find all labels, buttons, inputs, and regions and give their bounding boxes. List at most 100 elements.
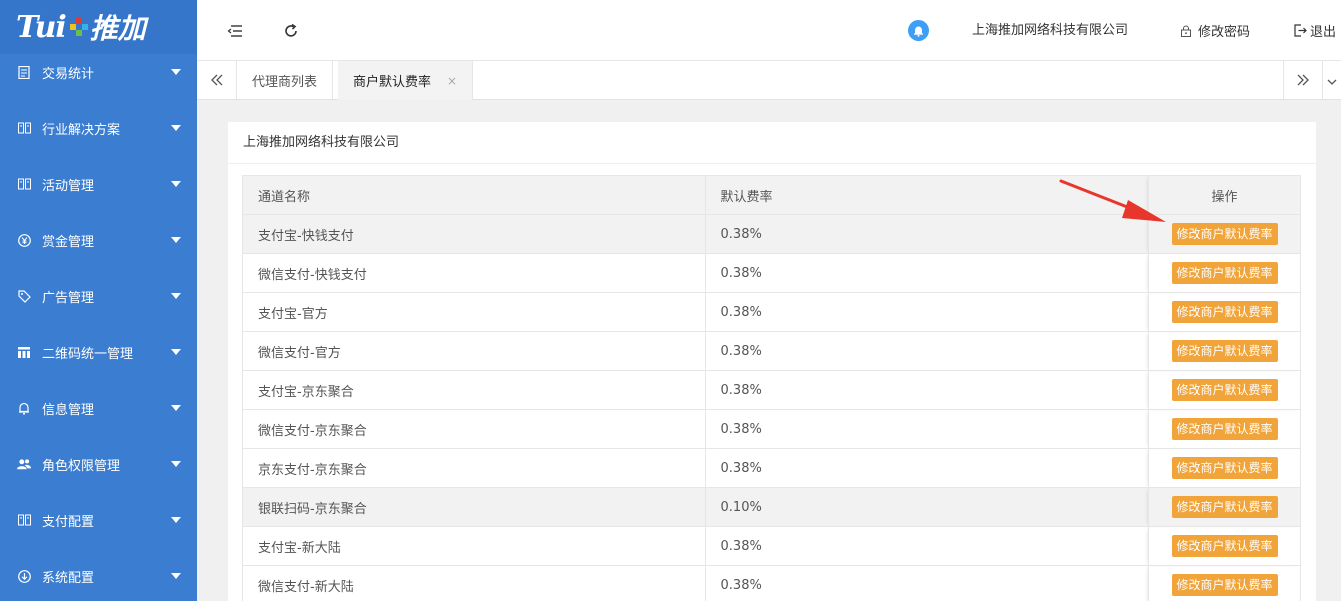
edit-rate-button[interactable]: 修改商户默认费率 [1171,301,1278,323]
sidebar-item-label: 行业解决方案 [42,122,121,138]
book-icon [17,121,31,135]
action-cell: 修改商户默认费率 [1148,448,1301,488]
sidebar-item-payment-config[interactable]: 支付配置 [0,492,197,548]
yen-icon [17,233,31,247]
default-rate: 0.38% [704,370,1150,410]
notification-button[interactable] [908,20,929,41]
edit-rate-button[interactable]: 修改商户默认费率 [1171,262,1278,284]
channel-name: 微信支付-京东聚合 [242,409,706,449]
tab-merchant-default-rate[interactable]: 商户默认费率 × [338,61,474,100]
caret-down-icon [171,517,181,523]
sidebar-item-info-management[interactable]: 信息管理 [0,380,197,436]
table-row: 微信支付-京东聚合 0.38% 修改商户默认费率 [242,409,1301,449]
sidebar-toggle-button[interactable] [223,0,247,61]
edit-rate-button[interactable]: 修改商户默认费率 [1171,418,1278,440]
chevron-down-icon [1327,71,1337,90]
sidebar-item-system-config[interactable]: 系统配置 [0,548,197,601]
action-cell: 修改商户默认费率 [1148,292,1301,332]
tab-menu-dropdown-button[interactable] [1323,61,1341,100]
refresh-icon [285,23,297,37]
edit-rate-button[interactable]: 修改商户默认费率 [1171,340,1278,362]
table-row: 支付宝-新大陆 0.38% 修改商户默认费率 [242,526,1301,566]
tab-label: 商户默认费率 [353,75,432,90]
sidebar-item-label: 支付配置 [42,514,95,530]
logout-icon [1294,24,1307,37]
column-header-channel: 通道名称 [242,175,706,215]
bell-icon [17,401,31,415]
edit-rate-button[interactable]: 修改商户默认费率 [1171,574,1278,596]
tab-bar: 代理商列表 商户默认费率 × [197,61,1341,100]
tab-scroll-right-button[interactable] [1283,61,1323,100]
table-row: 支付宝-官方 0.38% 修改商户默认费率 [242,292,1301,332]
default-rate: 0.10% [704,487,1150,527]
sidebar-item-transaction-stats[interactable]: 交易统计 [0,44,197,100]
refresh-button[interactable] [279,0,303,61]
sidebar-item-label: 赏金管理 [42,234,95,250]
sidebar-item-bounty-management[interactable]: 赏金管理 [0,212,197,268]
download-circle-icon [17,569,31,583]
sidebar-item-label: 交易统计 [42,66,95,82]
edit-rate-button[interactable]: 修改商户默认费率 [1171,496,1278,518]
channel-name: 银联扫码-京东聚合 [242,487,706,527]
sidebar-item-activity-management[interactable]: 活动管理 [0,156,197,212]
action-cell: 修改商户默认费率 [1148,487,1301,527]
sidebar-item-label: 信息管理 [42,402,95,418]
sidebar-item-industry-solutions[interactable]: 行业解决方案 [0,100,197,156]
company-name: 上海推加网络科技有限公司 [972,23,1129,38]
action-cell: 修改商户默认费率 [1148,331,1301,371]
table-row: 支付宝-快钱支付 0.38% 修改商户默认费率 [242,214,1301,254]
action-cell: 修改商户默认费率 [1148,214,1301,254]
default-rate: 0.38% [704,331,1150,371]
main-content: 上海推加网络科技有限公司 通道名称 默认费率 操作 支付宝-快钱支付 0.38%… [197,100,1341,601]
default-rate: 0.38% [704,214,1150,254]
sidebar-item-role-permissions[interactable]: 角色权限管理 [0,436,197,492]
table-row: 微信支付-快钱支付 0.38% 修改商户默认费率 [242,253,1301,293]
action-cell: 修改商户默认费率 [1148,409,1301,449]
action-cell: 修改商户默认费率 [1148,253,1301,293]
channel-name: 京东支付-京东聚合 [242,448,706,488]
rate-table: 通道名称 默认费率 操作 支付宝-快钱支付 0.38% 修改商户默认费率 微信支… [242,175,1301,601]
caret-down-icon [171,125,181,131]
sidebar-item-label: 角色权限管理 [42,458,121,474]
menu-fold-icon [227,24,242,37]
tab-scroll-left-button[interactable] [197,61,237,100]
logo-cn: 推加 [89,12,146,45]
double-chevron-left-icon [210,71,224,90]
default-rate: 0.38% [704,565,1150,601]
caret-down-icon [171,573,181,579]
channel-name: 微信支付-新大陆 [242,565,706,601]
users-icon [17,457,31,471]
tag-icon [17,289,31,303]
close-icon[interactable]: × [447,74,457,88]
channel-name: 支付宝-官方 [242,292,706,332]
edit-rate-button[interactable]: 修改商户默认费率 [1171,535,1278,557]
edit-rate-button[interactable]: 修改商户默认费率 [1171,457,1278,479]
caret-down-icon [171,293,181,299]
logo-text: Tui [16,9,67,45]
channel-name: 支付宝-京东聚合 [242,370,706,410]
logout-label: 退出 [1310,25,1337,40]
sidebar-item-label: 活动管理 [42,178,95,194]
caret-down-icon [171,69,181,75]
bell-icon [914,26,923,37]
sidebar-item-ad-management[interactable]: 广告管理 [0,268,197,324]
tab-agent-list[interactable]: 代理商列表 [237,61,334,100]
top-header: 上海推加网络科技有限公司 修改密码 退出 [197,0,1341,61]
change-password-link[interactable]: 修改密码 [1180,0,1250,61]
edit-rate-button[interactable]: 修改商户默认费率 [1171,223,1278,245]
table-header-row: 通道名称 默认费率 操作 [242,175,1301,215]
rate-card: 上海推加网络科技有限公司 通道名称 默认费率 操作 支付宝-快钱支付 0.38%… [228,122,1316,601]
caret-down-icon [171,237,181,243]
logout-link[interactable]: 退出 [1294,0,1336,61]
default-rate: 0.38% [704,253,1150,293]
default-rate: 0.38% [704,448,1150,488]
edit-rate-button[interactable]: 修改商户默认费率 [1171,379,1278,401]
lock-icon [1181,25,1191,37]
sidebar-item-label: 二维码统一管理 [42,346,134,362]
caret-down-icon [171,181,181,187]
caret-down-icon [171,349,181,355]
sidebar-item-qrcode-management[interactable]: 二维码统一管理 [0,324,197,380]
table-row: 银联扫码-京东聚合 0.10% 修改商户默认费率 [242,487,1301,527]
sidebar-item-label: 广告管理 [42,290,95,306]
table-row: 支付宝-京东聚合 0.38% 修改商户默认费率 [242,370,1301,410]
